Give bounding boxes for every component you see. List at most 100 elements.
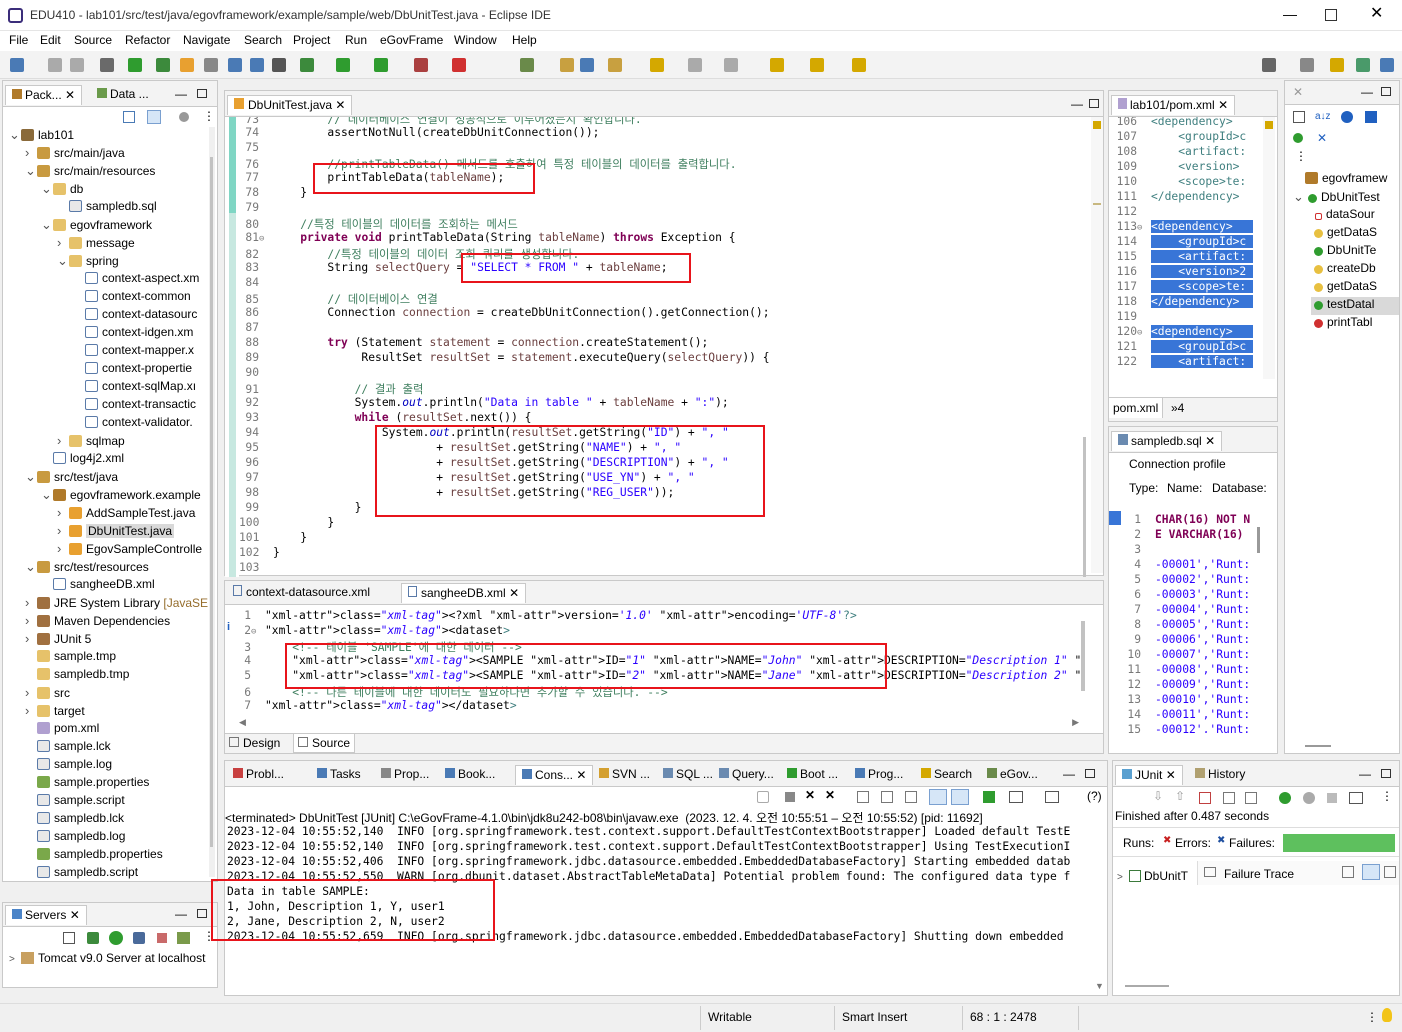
close-icon[interactable]: ✕ [335, 98, 345, 112]
terminate-icon[interactable] [785, 792, 795, 802]
explorer-scrollbar[interactable] [209, 127, 215, 877]
hide-fields-icon[interactable] [1341, 111, 1353, 123]
rerun-failed-icon[interactable] [1303, 792, 1315, 804]
terminal-icon[interactable] [128, 58, 142, 72]
open-console-icon[interactable] [1045, 791, 1059, 803]
sql-code-area[interactable]: 1 CHAR(16) NOT N 2 E VARCHAR(16) 3 4 -00001','… [1109, 513, 1267, 733]
tree-item[interactable]: ⌄ lab101 [9, 127, 74, 145]
scroll-lock-icon[interactable] [1223, 792, 1235, 804]
chevron-down-icon[interactable]: ⌄ [1293, 189, 1305, 205]
lightbulb-icon[interactable] [1382, 1008, 1392, 1022]
chevron-right-icon[interactable]: › [25, 685, 37, 700]
tab-package-explorer[interactable]: Pack... ✕ [5, 85, 83, 105]
tree-item[interactable]: › src [25, 685, 70, 703]
server-item[interactable]: > Tomcat v9.0 Server at localhost [3, 951, 217, 969]
chevron-right-icon[interactable]: › [57, 541, 69, 556]
menu-help[interactable]: Help [512, 33, 537, 47]
back-icon[interactable] [770, 58, 784, 72]
xml-code-area[interactable]: 1 "xml-attr">class="xml-tag"><?xml "xml-… [235, 605, 1085, 719]
chevron-right-icon[interactable]: › [57, 433, 69, 448]
outline-item[interactable]: printTabl [1311, 315, 1372, 333]
tree-item[interactable]: › JRE System Library [JavaSE [25, 595, 208, 613]
debug-server-icon[interactable] [87, 932, 99, 944]
coverage-icon[interactable] [374, 58, 388, 72]
toggle-mark-icon[interactable] [228, 58, 242, 72]
tab-query[interactable]: Query... [713, 765, 780, 785]
tree-item[interactable]: › message [57, 235, 135, 253]
publish-icon[interactable] [177, 932, 190, 944]
chevron-right-icon[interactable]: › [25, 631, 37, 646]
maximize-view-icon[interactable] [197, 909, 207, 918]
chevron-down-icon[interactable]: ⌄ [41, 487, 53, 503]
chevron-right-icon[interactable]: › [57, 235, 69, 250]
close-icon[interactable]: ✕ [573, 768, 586, 782]
chevron-down-icon[interactable]: ⌄ [25, 559, 37, 575]
tree-item[interactable]: ⌄ egovframework.example [41, 487, 201, 505]
maximize-view-icon[interactable] [1089, 99, 1099, 108]
tree-item[interactable]: sample.script [25, 793, 125, 811]
outline-item[interactable]: getDataS [1311, 279, 1377, 297]
tab-book[interactable]: Book... [439, 765, 501, 785]
minimize-view-icon[interactable]: — [1063, 767, 1075, 781]
tab-boot[interactable]: Boot ... [781, 765, 844, 785]
menu-file[interactable]: File [9, 33, 28, 47]
outline-item[interactable]: dataSour [1311, 207, 1375, 225]
close-icon[interactable]: ✕ [1166, 768, 1176, 782]
minimize-view-icon[interactable]: — [1359, 767, 1371, 781]
hide-local-types-icon[interactable]: ✕ [1317, 131, 1327, 145]
xml-horizontal-scrollbar[interactable]: ◀ ▶ [239, 717, 1079, 729]
annotation-icon[interactable] [650, 58, 664, 72]
outline-item[interactable]: egovframew [1293, 171, 1387, 189]
open-task-icon[interactable] [560, 58, 574, 72]
tree-item[interactable]: pom.xml [25, 721, 99, 739]
tree-item[interactable]: › JUnit 5 [25, 631, 91, 649]
chevron-down-icon[interactable]: ⌄ [9, 127, 21, 143]
fold-icon[interactable]: ⊖ [251, 627, 265, 637]
view-menu-icon[interactable]: ⋮ [203, 109, 215, 123]
close-icon[interactable]: ✕ [509, 586, 519, 600]
tab-history[interactable]: History [1189, 765, 1251, 785]
tree-item[interactable]: ⌄ src/test/java [25, 469, 118, 487]
view-menu-icon[interactable]: ⋮ [203, 929, 215, 943]
tab-svn[interactable]: SVN ... [593, 765, 656, 785]
refresh-icon[interactable] [520, 58, 534, 72]
close-window-button[interactable]: ✕ [1370, 3, 1383, 23]
tree-item[interactable]: context-aspect.xm [73, 271, 199, 289]
chevron-right-icon[interactable]: › [57, 505, 69, 520]
minimize-view-icon[interactable]: — [175, 907, 187, 921]
tree-item[interactable]: sangheeDB.xml [41, 577, 155, 595]
search-java-icon[interactable] [580, 58, 594, 72]
tree-item[interactable]: context-common [73, 289, 191, 307]
tab-tasks[interactable]: Tasks [311, 765, 367, 785]
chevron-down-icon[interactable]: ⌄ [41, 181, 53, 197]
tree-item[interactable]: context-idgen.xm [73, 325, 193, 343]
tab-servers[interactable]: Servers ✕ [5, 905, 87, 925]
tree-item[interactable]: sampledb.log [25, 829, 125, 847]
code-area[interactable]: 73 // 데이터베이스 연결이 성공적으로 이루어졌는지 확인합니다. 74 a… [239, 117, 1085, 573]
console-scrollbar[interactable]: ▼ [1095, 809, 1105, 995]
junit-test-item[interactable]: > DbUnitT [1117, 869, 1188, 883]
stop-server-icon[interactable] [157, 933, 167, 943]
tree-item[interactable]: ⌄ egovframework [41, 217, 152, 235]
stop-icon[interactable] [414, 58, 428, 72]
hide-static-icon[interactable] [1365, 111, 1377, 123]
pin-icon[interactable] [757, 791, 769, 803]
expand-arrow-icon[interactable]: > [9, 954, 21, 965]
pin-console-icon[interactable] [983, 791, 995, 803]
outline-item[interactable]: testDatal [1311, 297, 1399, 315]
filter-stack-icon[interactable] [1362, 864, 1380, 880]
open-perspective-icon[interactable] [1300, 58, 1314, 72]
view-menu-icon[interactable]: ⋮ [1295, 149, 1307, 163]
tree-item[interactable]: › target [25, 703, 85, 721]
editor-scrollbar[interactable] [1083, 117, 1089, 577]
pom-code-area[interactable]: 106 <dependency> 107 <groupId>c 108 <artif… [1109, 117, 1257, 379]
compare-icon[interactable] [1342, 866, 1354, 878]
close-icon[interactable]: ✕ [70, 908, 80, 922]
tree-item[interactable]: sample.log [25, 757, 112, 775]
word-wrap-icon[interactable] [905, 791, 917, 803]
tab-context-datasource-xml[interactable]: context-datasource.xml [227, 583, 376, 603]
egov-perspective-icon[interactable] [1380, 58, 1394, 72]
new-view-icon[interactable] [852, 58, 866, 72]
minimize-view-icon[interactable]: — [1071, 97, 1083, 111]
tree-item[interactable]: › DbUnitTest.java [57, 523, 175, 541]
